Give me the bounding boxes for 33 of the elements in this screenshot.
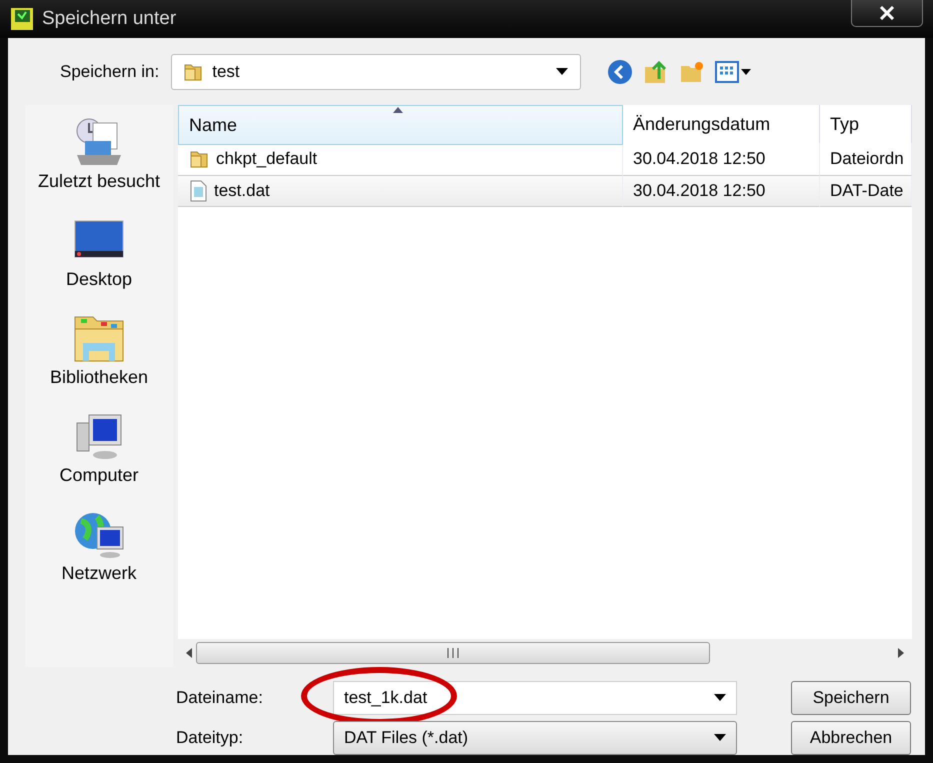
save-button[interactable]: Speichern	[791, 681, 911, 715]
place-item[interactable]: Netzwerk	[61, 507, 136, 605]
window-title: Speichern unter	[42, 8, 176, 30]
date-cell: 30.04.2018 12:50	[623, 175, 820, 207]
filename-field[interactable]: test_1k.dat	[333, 681, 737, 715]
filetype-dropdown[interactable]: DAT Files (*.dat)	[333, 721, 737, 755]
file-name-cell[interactable]: test.dat	[178, 175, 623, 207]
scroll-right-icon[interactable]	[898, 648, 906, 658]
caret-icon	[714, 734, 726, 742]
caret-icon	[714, 694, 726, 702]
filetype-label: Dateityp:	[176, 728, 244, 748]
close-icon	[879, 6, 895, 20]
grip-icon	[446, 648, 460, 658]
back-icon[interactable]	[607, 58, 634, 84]
place-item[interactable]: Bibliotheken	[50, 311, 148, 409]
place-item[interactable]: Desktop	[66, 213, 132, 311]
column-header[interactable]: Änderungsdatum	[623, 105, 820, 143]
close-button[interactable]	[851, 0, 923, 27]
sort-arrow-icon	[393, 107, 403, 113]
view-menu-icon[interactable]	[715, 60, 754, 84]
type-cell: DAT-Date	[820, 175, 912, 207]
column-header[interactable]: Typ	[820, 105, 912, 143]
file-icon	[188, 180, 208, 202]
place-item[interactable]: Computer	[59, 409, 139, 507]
location-dropdown[interactable]: test	[171, 54, 582, 90]
caret-icon	[556, 68, 568, 76]
place-item[interactable]: Zuletzt besucht	[38, 115, 160, 213]
filename-label: Dateiname:	[176, 688, 264, 708]
cancel-button[interactable]: Abbrechen	[791, 721, 911, 755]
column-header[interactable]: Name	[178, 105, 623, 145]
app-icon	[10, 7, 34, 31]
scroll-left-icon[interactable]	[184, 648, 192, 658]
location-label: Speichern in:	[60, 62, 160, 82]
